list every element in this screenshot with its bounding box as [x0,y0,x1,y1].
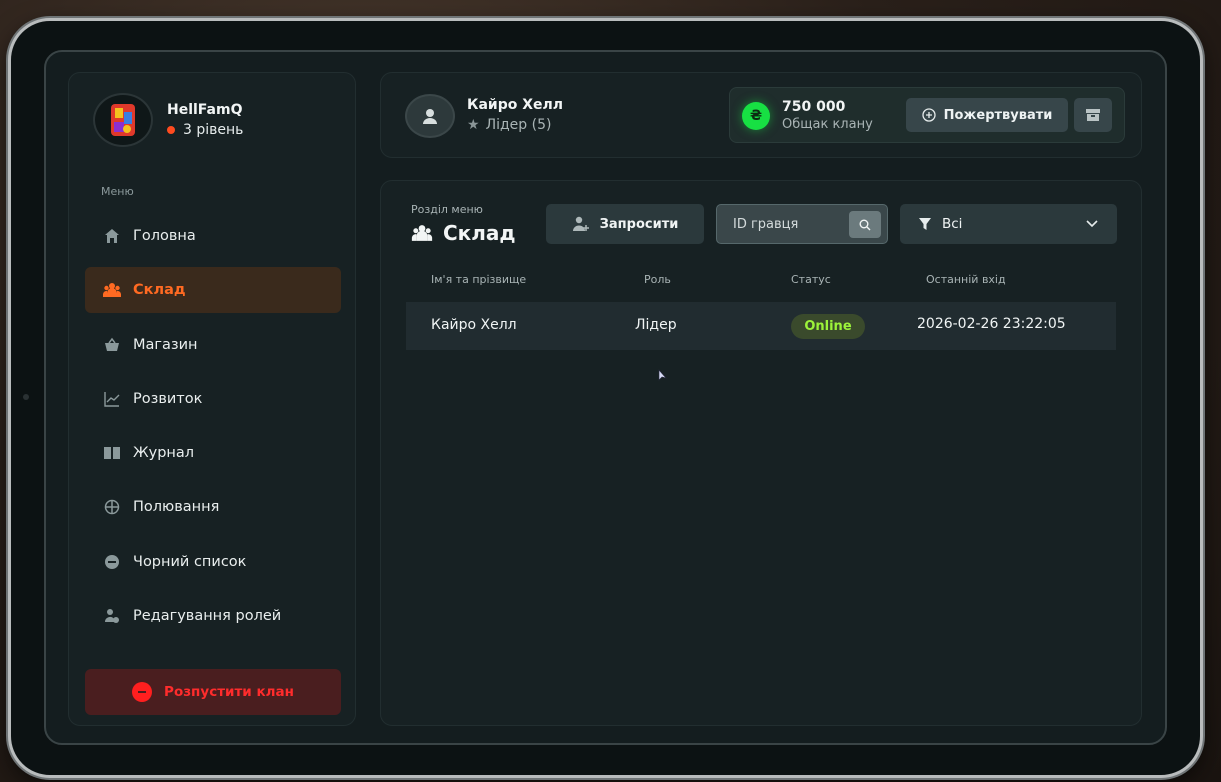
sidebar-item-label: Склад [133,282,186,299]
basket-icon [103,336,121,354]
invite-label: Запросити [599,216,679,232]
user-role-text: Лідер (5) [485,117,552,133]
status-filter-select[interactable]: Всі [900,204,1117,244]
clan-level-text: 3 рівень [183,122,244,138]
clan-level: 3 рівень [167,122,243,138]
clan-profile: HellFamQ 3 рівень [93,93,243,147]
filter-icon [919,218,931,230]
sidebar: HellFamQ 3 рівень Меню Головна Склад Маг… [68,72,356,726]
player-id-search [716,204,888,244]
table-row[interactable]: Кайро Хелл Лідер Online 2026-02-26 23:22… [406,302,1116,350]
block-icon [103,553,121,571]
sidebar-item-development[interactable]: Розвиток [85,376,341,422]
sidebar-item-home[interactable]: Головна [85,213,341,259]
sidebar-item-journal[interactable]: Журнал [85,430,341,476]
sidebar-item-blacklist[interactable]: Чорний список [85,539,341,585]
user-name: Кайро Хелл [467,97,564,113]
column-header-status: Статус [791,273,831,286]
clan-logo-icon [111,104,135,136]
people-icon [103,281,121,299]
chart-line-icon [103,390,121,408]
chevron-down-icon [1086,220,1098,228]
tablet-screen: HellFamQ 3 рівень Меню Головна Склад Маг… [44,50,1167,745]
chest-icon [1086,109,1100,121]
member-last-login: 2026-02-26 23:22:05 [917,316,1066,332]
disband-icon [132,682,153,702]
search-icon [859,219,871,230]
sidebar-item-edit-roles[interactable]: Редагування ролей [85,593,341,639]
menu-title: Меню [101,185,134,198]
sidebar-item-hunting[interactable]: Полювання [85,484,341,530]
disband-label: Розпустити клан [164,684,294,700]
sidebar-item-squad[interactable]: Склад [85,267,341,314]
user-gear-icon [103,607,121,625]
donate-button[interactable]: Пожертвувати [906,98,1068,132]
table-header: Ім'я та прізвище Роль Статус Останній вх… [406,273,1116,293]
sidebar-item-label: Журнал [133,445,195,462]
column-header-role: Роль [644,273,671,286]
book-icon [103,444,121,462]
chest-button[interactable] [1074,98,1112,132]
donate-label: Пожертвувати [943,107,1053,123]
sidebar-item-label: Магазин [133,336,198,353]
star-icon: ★ [467,117,480,133]
status-badge: Online [791,314,865,339]
search-button[interactable] [849,211,881,238]
crosshair-icon [103,498,121,516]
search-input[interactable] [717,205,847,243]
clan-avatar [93,93,153,147]
clan-treasury: ₴ 750 000 Общак клану Пожертвувати [729,87,1125,143]
sidebar-item-label: Редагування ролей [133,608,282,625]
sidebar-menu: Головна Склад Магазин Розвиток Журнал По… [85,213,341,647]
column-header-name: Ім'я та прізвище [431,273,527,286]
page-title-text: Склад [443,221,516,245]
page-title: Склад [411,221,516,245]
filter-value: Всі [942,216,963,232]
main-panel: Розділ меню Склад Запросити Всі Ім'я та … [380,180,1142,726]
user-role: ★ Лідер (5) [467,117,551,133]
level-dot-icon [167,126,175,134]
clan-name: HellFamQ [167,102,243,118]
invite-button[interactable]: Запросити [546,204,704,244]
user-plus-icon [572,216,589,231]
user-header-panel: Кайро Хелл ★ Лідер (5) ₴ 750 000 Общак к… [380,72,1142,158]
sidebar-item-shop[interactable]: Магазин [85,322,341,368]
user-icon [423,109,437,124]
sidebar-item-label: Головна [133,228,196,244]
member-name: Кайро Хелл [431,317,517,333]
plus-circle-icon [921,108,936,122]
people-icon [411,225,433,241]
mouse-cursor-icon [658,369,667,381]
home-icon [103,227,121,245]
disband-clan-button[interactable]: Розпустити клан [85,669,341,715]
camera-dot [23,394,29,400]
sidebar-item-label: Полювання [133,499,220,516]
member-role: Лідер [635,317,677,333]
avatar [405,94,455,138]
sidebar-item-label: Розвиток [133,390,203,407]
coin-icon: ₴ [742,102,770,130]
section-label: Розділ меню [411,203,483,216]
treasury-label: Общак клану [782,117,873,132]
column-header-last-login: Останній вхід [926,273,1006,286]
treasury-amount: 750 000 [782,99,846,115]
sidebar-item-label: Чорний список [133,553,247,570]
